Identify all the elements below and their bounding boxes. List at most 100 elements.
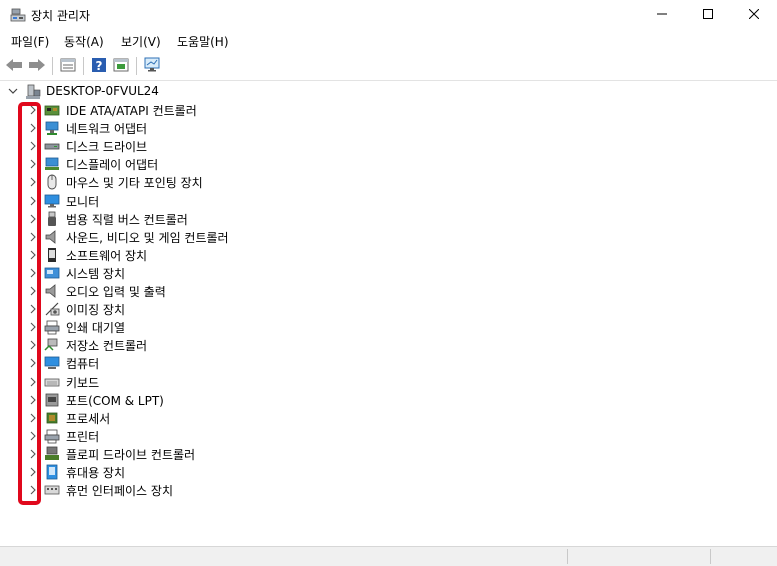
camera-icon xyxy=(44,301,60,317)
monitor-icon xyxy=(44,193,60,209)
toolbar-separator xyxy=(83,57,84,75)
toolbar: ? xyxy=(0,52,777,81)
tree-node-label: 오디오 입력 및 출력 xyxy=(66,285,166,299)
menu-action[interactable]: 동작(A) xyxy=(62,33,106,50)
tree-node-label: 저장소 컨트롤러 xyxy=(66,339,148,354)
tree-node-label: 이미징 장치 xyxy=(66,303,126,318)
tree-node[interactable]: 플로피 드라이브 컨트롤러 xyxy=(0,445,777,463)
display-adapter-icon xyxy=(44,156,60,172)
monitor-scan-icon xyxy=(143,57,161,76)
highlight-annotation xyxy=(18,102,41,505)
minimize-icon xyxy=(657,8,667,22)
tree-node[interactable]: 프로세서 xyxy=(0,409,777,427)
minimize-button[interactable] xyxy=(639,0,685,30)
print-queue-icon xyxy=(44,319,60,335)
tree-node-label: 시스템 장치 xyxy=(66,266,126,281)
status-bar xyxy=(0,546,777,566)
close-icon xyxy=(748,8,760,22)
tree-node[interactable]: 저장소 컨트롤러 xyxy=(0,336,777,354)
tree-node-label: 디스크 드라이브 xyxy=(66,140,148,155)
menu-view[interactable]: 보기(V) xyxy=(119,33,163,50)
tree-node-label: 휴먼 인터페이스 장치 xyxy=(66,484,173,499)
device-manager-icon xyxy=(10,8,26,24)
tree-node-label: 플로피 드라이브 컨트롤러 xyxy=(66,447,196,462)
tree-node[interactable]: 모니터 xyxy=(0,192,777,210)
tree-node-label: 프로세서 xyxy=(66,411,111,426)
menu-bar: 파일(F) 동작(A) 보기(V) 도움말(H) xyxy=(0,30,777,52)
tree-node-label: 모니터 xyxy=(66,194,100,209)
device-tree: DESKTOP-0FVUL24 IDE ATA/ATAPI 컨트롤러네트워크 어… xyxy=(0,81,777,546)
status-separator xyxy=(567,549,568,564)
chevron-down-icon[interactable] xyxy=(7,85,19,97)
hid-icon xyxy=(44,482,60,498)
tree-node-label: 휴대용 장치 xyxy=(66,466,126,480)
tree-node[interactable]: 오디오 입력 및 출력 xyxy=(0,282,777,300)
tree-node-label: 소프트웨어 장치 xyxy=(66,248,148,263)
tree-node[interactable]: IDE ATA/ATAPI 컨트롤러 xyxy=(0,101,777,119)
status-separator xyxy=(710,549,711,564)
audio-io-icon xyxy=(44,283,60,299)
port-icon xyxy=(44,392,60,408)
portable-device-icon xyxy=(44,464,60,480)
back-button[interactable] xyxy=(4,56,24,76)
tree-node[interactable]: 프린터 xyxy=(0,427,777,445)
computer-icon xyxy=(44,355,60,371)
menu-help[interactable]: 도움말(H) xyxy=(175,33,231,50)
tree-node[interactable]: 시스템 장치 xyxy=(0,264,777,282)
tree-node[interactable]: 휴대용 장치 xyxy=(0,463,777,481)
storage-controller-icon xyxy=(44,337,60,353)
keyboard-icon xyxy=(44,374,60,390)
tree-node[interactable]: 휴먼 인터페이스 장치 xyxy=(0,481,777,499)
tree-node[interactable]: 컴퓨터 xyxy=(0,354,777,372)
tree-node[interactable]: 포트(COM & LPT) xyxy=(0,391,777,409)
forward-arrow-icon xyxy=(28,58,46,75)
maximize-icon xyxy=(703,8,713,22)
scan-hardware-button[interactable] xyxy=(142,56,162,76)
tree-node[interactable]: 사운드, 비디오 및 게임 컨트롤러 xyxy=(0,228,777,246)
toolbar-separator xyxy=(136,57,137,75)
tree-node-label: 사운드, 비디오 및 게임 컨트롤러 xyxy=(66,230,229,245)
tree-node-label: 디스플레이 어댑터 xyxy=(66,158,159,173)
tree-node[interactable]: 디스크 드라이브 xyxy=(0,137,777,155)
computer-icon xyxy=(25,84,41,100)
help-button[interactable]: ? xyxy=(89,56,109,76)
tree-node-label: 인쇄 대기열 xyxy=(66,321,126,336)
tree-node[interactable]: 마우스 및 기타 포인팅 장치 xyxy=(0,173,777,191)
tree-node-label: 컴퓨터 xyxy=(66,357,100,372)
tree-node[interactable]: 네트워크 어댑터 xyxy=(0,119,777,137)
forward-button[interactable] xyxy=(27,56,47,76)
tree-node[interactable]: 소프트웨어 장치 xyxy=(0,246,777,264)
menu-file[interactable]: 파일(F) xyxy=(9,33,51,50)
tree-node-label: 프린터 xyxy=(66,429,100,444)
window-title: 장치 관리자 xyxy=(31,9,91,23)
tree-node[interactable]: 키보드 xyxy=(0,373,777,391)
printer-icon xyxy=(44,428,60,444)
disk-drive-icon xyxy=(44,138,60,154)
toolbar-separator xyxy=(52,57,53,75)
tree-node-label: IDE ATA/ATAPI 컨트롤러 xyxy=(66,104,197,118)
tree-node-label: 네트워크 어댑터 xyxy=(66,122,148,137)
action-view-button[interactable] xyxy=(111,56,131,76)
mouse-icon xyxy=(44,174,60,190)
system-device-icon xyxy=(44,265,60,281)
svg-text:?: ? xyxy=(96,59,103,73)
speaker-icon xyxy=(44,229,60,245)
tree-node[interactable]: 범용 직렬 버스 컨트롤러 xyxy=(0,210,777,228)
computer-name: DESKTOP-0FVUL24 xyxy=(46,84,159,98)
close-button[interactable] xyxy=(731,0,777,30)
back-arrow-icon xyxy=(5,58,23,75)
help-icon: ? xyxy=(91,57,107,76)
tree-node[interactable]: 이미징 장치 xyxy=(0,300,777,318)
tree-node-label: 마우스 및 기타 포인팅 장치 xyxy=(66,176,203,191)
ide-controller-icon xyxy=(44,102,60,118)
tree-node[interactable]: 인쇄 대기열 xyxy=(0,318,777,336)
network-adapter-icon xyxy=(44,120,60,136)
maximize-button[interactable] xyxy=(685,0,731,30)
tree-root-node[interactable]: DESKTOP-0FVUL24 xyxy=(0,83,777,101)
properties-button[interactable] xyxy=(58,56,78,76)
title-bar: 장치 관리자 xyxy=(0,0,777,30)
tree-node-label: 키보드 xyxy=(66,375,100,390)
tree-node[interactable]: 디스플레이 어댑터 xyxy=(0,155,777,173)
tree-node-label: 포트(COM & LPT) xyxy=(66,393,164,408)
tree-node-label: 범용 직렬 버스 컨트롤러 xyxy=(66,212,188,227)
